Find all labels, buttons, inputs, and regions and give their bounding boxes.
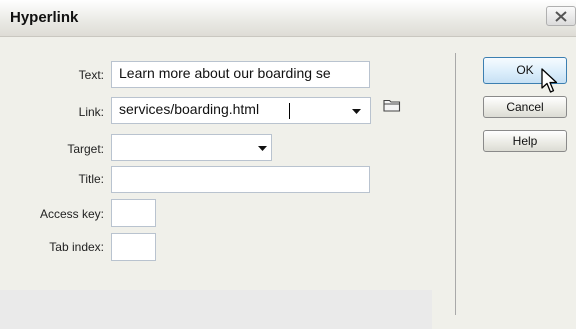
link-label: Link: [78,105,104,119]
chevron-down-icon[interactable] [352,109,361,114]
tab-index-label: Tab index: [49,240,104,254]
access-key-label: Access key: [39,207,104,221]
access-key-field[interactable] [111,199,156,227]
title-label: Title: [78,172,104,186]
text-field-value: Learn more about our boarding se [119,65,331,81]
folder-icon[interactable] [383,98,401,112]
help-button[interactable]: Help [483,130,567,152]
text-label: Text: [78,68,104,82]
tab-index-field[interactable] [111,233,156,261]
text-field[interactable]: Learn more about our boarding se [111,61,370,88]
title-bar[interactable]: Hyperlink [0,0,576,37]
title-field[interactable] [111,166,370,193]
button-divider [455,53,456,315]
target-dropdown[interactable] [111,134,272,161]
text-caret [289,103,290,119]
link-combobox[interactable]: services/boarding.html [111,97,371,124]
close-icon [555,11,567,22]
dialog-title: Hyperlink [10,9,79,26]
mouse-pointer-icon [541,68,558,93]
cancel-button[interactable]: Cancel [483,96,567,118]
chevron-down-icon[interactable] [258,146,267,151]
link-field-value: services/boarding.html [119,101,260,117]
lower-panel [0,290,432,329]
hyperlink-dialog: Hyperlink Text: Learn more about our boa… [0,0,576,329]
close-button[interactable] [546,6,576,26]
target-label: Target: [67,142,104,156]
